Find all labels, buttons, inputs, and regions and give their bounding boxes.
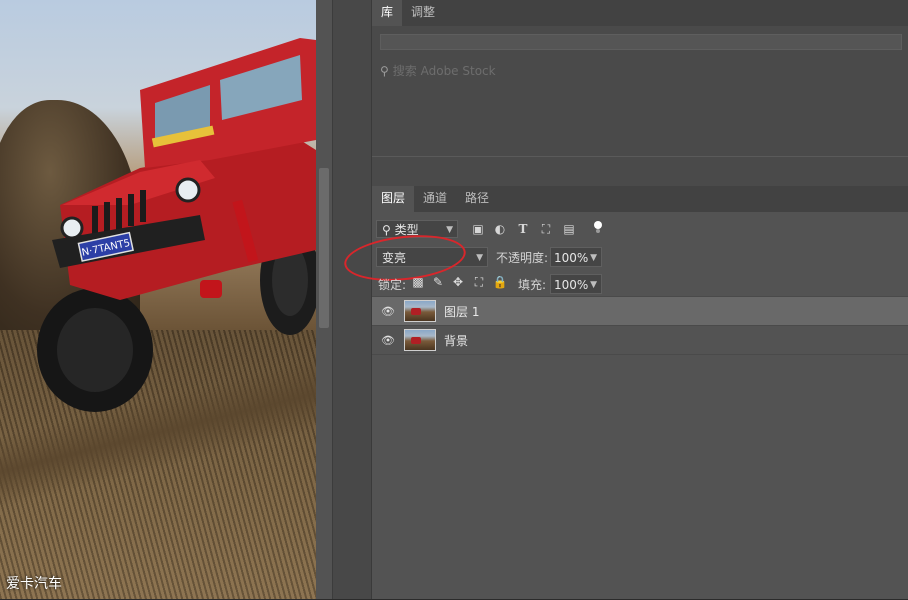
canvas-scrollbar[interactable] xyxy=(316,0,332,599)
watermark: 爱卡汽车 xyxy=(6,576,62,592)
jeep-image: N·7TANT5 xyxy=(37,38,316,412)
search-icon: ⚲ xyxy=(380,64,389,78)
layer-name: 图层 1 xyxy=(444,305,480,319)
document-canvas[interactable]: N·7TANT5 爱卡汽车 xyxy=(0,0,316,599)
chevron-down-icon: ▼ xyxy=(446,225,453,235)
stock-search[interactable]: ⚲ 搜索 Adobe Stock xyxy=(380,62,496,79)
lock-all-icon[interactable]: 🔒 xyxy=(492,275,508,291)
library-panel: ⚲ 搜索 Adobe Stock xyxy=(372,26,908,156)
adjustment-filter-icon[interactable]: ◐ xyxy=(492,221,508,237)
layer-name: 背景 xyxy=(444,334,469,348)
tab-channels[interactable]: 通道 xyxy=(414,186,456,212)
scrollbar-thumb[interactable] xyxy=(319,168,329,328)
right-panel-dock: 库 调整 ⚲ 搜索 Adobe Stock 图层 通道 路径 ⚲ 类型 ▼ ▣ ◐… xyxy=(342,0,908,600)
tab-paths[interactable]: 路径 xyxy=(456,186,498,212)
filter-toggle-icon[interactable] xyxy=(594,221,602,229)
lock-image-icon[interactable]: ✎ xyxy=(430,275,446,291)
tab-layers[interactable]: 图层 xyxy=(372,186,415,212)
chevron-down-icon[interactable]: ▼ xyxy=(590,248,597,268)
lock-artboard-icon[interactable]: ⛶ xyxy=(471,275,487,291)
lock-transparent-icon[interactable]: ▩ xyxy=(410,275,426,291)
eye-icon[interactable]: 👁 xyxy=(381,334,395,347)
tab-library[interactable]: 库 xyxy=(372,0,403,26)
fill-label: 填充: xyxy=(518,278,547,292)
layers-list-empty-area[interactable] xyxy=(372,354,908,600)
lock-label: 锁定: xyxy=(378,278,407,292)
lock-position-icon[interactable]: ✥ xyxy=(450,275,466,291)
opacity-label: 不透明度: xyxy=(496,251,549,265)
layers-panel: ⚲ 类型 ▼ ▣ ◐ T ⛶ ▤ 变亮 ▼ 不透明度: 100% ▼ 锁定: ▩… xyxy=(342,212,908,600)
layers-tab-bar: 图层 通道 路径 xyxy=(372,186,908,212)
fill-field[interactable]: 100% ▼ xyxy=(550,274,602,294)
shape-filter-icon[interactable]: ⛶ xyxy=(538,221,554,237)
opacity-field[interactable]: 100% ▼ xyxy=(550,247,602,267)
stock-search-placeholder: 搜索 Adobe Stock xyxy=(392,64,496,78)
image-filter-icon[interactable]: ▣ xyxy=(470,221,486,237)
type-filter-icon[interactable]: T xyxy=(515,221,531,237)
panel-separator xyxy=(372,156,908,186)
layer-row[interactable]: 👁 背景 xyxy=(372,325,908,354)
search-icon: ⚲ xyxy=(382,223,395,237)
opacity-value: 100% xyxy=(554,251,589,265)
library-select[interactable] xyxy=(380,34,902,50)
chevron-down-icon: ▼ xyxy=(476,253,483,263)
eye-icon[interactable]: 👁 xyxy=(381,305,395,318)
chevron-down-icon[interactable]: ▼ xyxy=(590,275,597,295)
layer-thumbnail xyxy=(404,300,436,322)
panel-divider xyxy=(332,0,372,599)
fill-value: 100% xyxy=(554,278,589,292)
tab-adjustments[interactable]: 调整 xyxy=(402,0,444,26)
layer-thumbnail xyxy=(404,329,436,351)
smart-object-filter-icon[interactable]: ▤ xyxy=(561,221,577,237)
library-tab-bar: 库 调整 xyxy=(372,0,908,26)
layer-row[interactable]: 👁 图层 1 xyxy=(372,296,908,325)
